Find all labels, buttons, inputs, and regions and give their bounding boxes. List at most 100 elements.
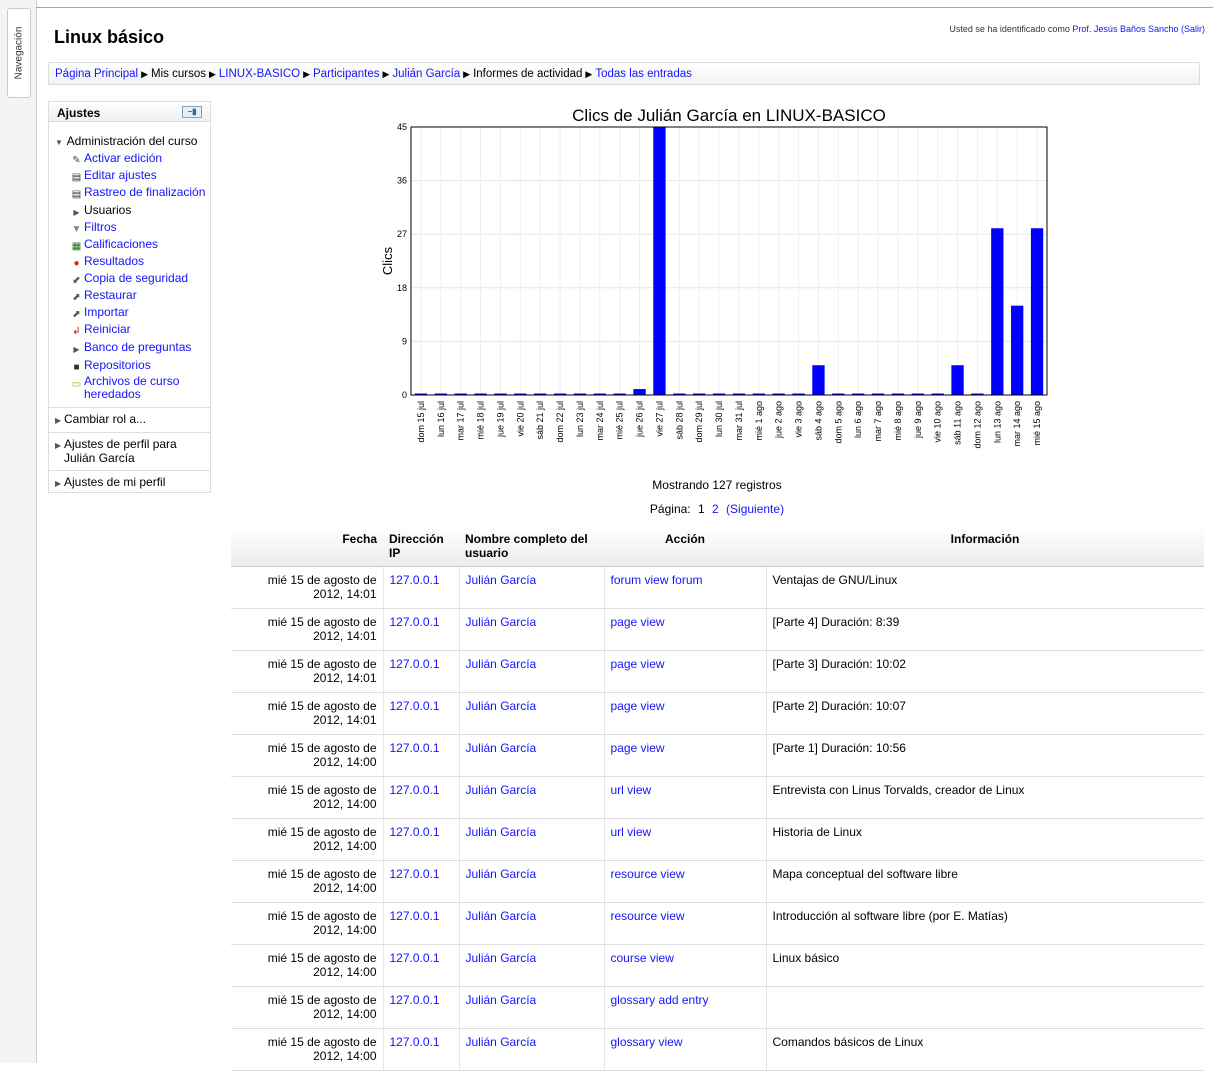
cell-ip-link[interactable]: 127.0.0.1	[390, 783, 440, 797]
col-header-name[interactable]: Nombre completo del usuario	[459, 526, 604, 567]
settings-item[interactable]: ▶ Usuarios	[71, 203, 131, 220]
logout-link[interactable]: (Salir)	[1181, 24, 1205, 34]
cell-user-link[interactable]: Julián García	[466, 699, 537, 713]
settings-item-label: Editar ajustes	[84, 168, 157, 182]
settings-item[interactable]: ⬋ Copia de seguridad	[71, 271, 188, 288]
cell-user-link[interactable]: Julián García	[466, 741, 537, 755]
cell-action-link[interactable]: page view	[611, 657, 665, 671]
breadcrumb-item[interactable]: LINUX-BASICO	[219, 68, 300, 80]
settings-item[interactable]: ■ Repositorios	[71, 358, 150, 375]
breadcrumb-item[interactable]: Página Principal	[55, 68, 138, 80]
cell-action-link[interactable]: page view	[611, 699, 665, 713]
cell-date: mié 15 de agosto de 2012, 14:01	[267, 657, 377, 685]
cell-ip-link[interactable]: 127.0.0.1	[390, 699, 440, 713]
settings-item[interactable]: ↲ Reiniciar	[71, 322, 130, 339]
chart-bar	[653, 127, 666, 395]
settings-item[interactable]: ▶ Banco de preguntas	[71, 340, 191, 357]
settings-title: Ajustes	[57, 106, 101, 120]
cell-ip-link[interactable]: 127.0.0.1	[390, 657, 440, 671]
page-2-link[interactable]: 2	[712, 502, 719, 516]
course-admin-node[interactable]: ▼ Administración del curso	[55, 134, 197, 148]
col-header-info[interactable]: Información	[766, 526, 1204, 567]
cell-date: mié 15 de agosto de 2012, 14:00	[267, 1035, 377, 1063]
cell-action-link[interactable]: page view	[611, 741, 665, 755]
x-tick-label: dom 5 ago	[833, 401, 843, 444]
col-header-action[interactable]: Acción	[604, 526, 766, 567]
cell-ip-link[interactable]: 127.0.0.1	[390, 867, 440, 881]
table-row: mié 15 de agosto de 2012, 14:00 127.0.0.1…	[231, 818, 1204, 861]
plot-frame	[410, 126, 1048, 396]
cell-action-link[interactable]: url view	[611, 783, 652, 797]
cell-action-link[interactable]: forum view forum	[611, 573, 703, 587]
x-tick-label: lun 23 jul	[575, 401, 585, 437]
cell-user-link[interactable]: Julián García	[466, 573, 537, 587]
cell-ip-link[interactable]: 127.0.0.1	[390, 909, 440, 923]
cell-ip-link[interactable]: 127.0.0.1	[390, 993, 440, 1007]
cell-date: mié 15 de agosto de 2012, 14:00	[267, 909, 377, 937]
y-tick-label: 36	[397, 176, 407, 186]
x-tick-label: dom 12 ago	[972, 401, 982, 449]
x-tick-label: mar 24 jul	[595, 401, 605, 441]
cell-info: Entrevista con Linus Torvalds, creador d…	[772, 783, 1025, 797]
chart-title: Clics de Julián García en LINUX-BASICO	[572, 106, 886, 125]
cell-info: [Parte 3] Duración: 10:02	[772, 657, 906, 671]
cell-ip-link[interactable]: 127.0.0.1	[390, 615, 440, 629]
breadcrumb-item[interactable]: Julián García	[392, 68, 460, 80]
navigation-tab[interactable]: Navegación	[7, 8, 31, 98]
breadcrumb-item[interactable]: Todas las entradas	[595, 68, 692, 80]
breadcrumb-separator-icon: ▶	[585, 69, 593, 79]
settings-item-label: Filtros	[84, 220, 117, 234]
settings-item[interactable]: ⬈ Importar	[71, 305, 128, 322]
cell-action-link[interactable]: url view	[611, 825, 652, 839]
cell-user-link[interactable]: Julián García	[466, 909, 537, 923]
cell-ip-link[interactable]: 127.0.0.1	[390, 825, 440, 839]
settings-item[interactable]: ✎ Activar edición	[71, 151, 162, 168]
cell-user-link[interactable]: Julián García	[466, 825, 537, 839]
user-profile-link[interactable]: Prof. Jesús Baños Sancho	[1072, 24, 1178, 34]
chart-bar	[1030, 228, 1044, 395]
cell-action-link[interactable]: glossary add entry	[611, 993, 709, 1007]
cell-date: mié 15 de agosto de 2012, 14:01	[267, 573, 377, 601]
cell-user-link[interactable]: Julián García	[466, 951, 537, 965]
cell-action-link[interactable]: resource view	[611, 867, 685, 881]
cell-ip-link[interactable]: 127.0.0.1	[390, 1035, 440, 1049]
settings-section[interactable]: ▶ Cambiar rol a...	[49, 407, 210, 432]
breadcrumb-item[interactable]: Participantes	[313, 68, 379, 80]
cell-info: Comandos básicos de Linux	[772, 1035, 924, 1049]
settings-block-header: Ajustes −▮	[49, 102, 210, 122]
dock-block-icon[interactable]: −▮	[182, 106, 202, 118]
col-header-ip[interactable]: Dirección IP	[383, 526, 459, 567]
settings-item[interactable]: ▭ Archivos de curso heredados	[71, 375, 186, 401]
settings-section[interactable]: ▶ Ajustes de perfil para Julián García	[49, 432, 210, 470]
next-page-link[interactable]: (Siguiente)	[726, 502, 784, 516]
chart-bar	[991, 228, 1004, 395]
cell-user-link[interactable]: Julián García	[466, 867, 537, 881]
table-row: mié 15 de agosto de 2012, 14:01 127.0.0.1…	[231, 608, 1204, 651]
cell-user-link[interactable]: Julián García	[466, 657, 537, 671]
settings-item[interactable]: ▼ Filtros	[71, 220, 117, 237]
y-tick-label: 9	[402, 336, 407, 346]
cell-action-link[interactable]: page view	[611, 615, 665, 629]
settings-item[interactable]: ▦ Calificaciones	[71, 237, 158, 254]
cell-user-link[interactable]: Julián García	[466, 783, 537, 797]
navigation-tab-label: Navegación	[13, 26, 25, 80]
x-tick-label: lun 30 jul	[714, 401, 724, 437]
x-tick-label: lun 6 ago	[853, 401, 863, 438]
settings-item[interactable]: ▤ Editar ajustes	[71, 168, 157, 185]
settings-item[interactable]: ▤ Rastreo de finalización	[71, 185, 206, 202]
restore-icon: ⬈	[72, 292, 81, 303]
settings-item[interactable]: ● Resultados	[71, 254, 144, 271]
cell-user-link[interactable]: Julián García	[466, 993, 537, 1007]
cell-ip-link[interactable]: 127.0.0.1	[390, 951, 440, 965]
cell-action-link[interactable]: course view	[611, 951, 674, 965]
cell-user-link[interactable]: Julián García	[466, 615, 537, 629]
x-tick-label: jue 19 jul	[495, 401, 505, 438]
cell-ip-link[interactable]: 127.0.0.1	[390, 573, 440, 587]
cell-action-link[interactable]: resource view	[611, 909, 685, 923]
cell-action-link[interactable]: glossary view	[611, 1035, 683, 1049]
settings-item-label: Calificaciones	[84, 237, 159, 251]
col-header-date[interactable]: Fecha	[231, 526, 383, 567]
cell-user-link[interactable]: Julián García	[466, 1035, 537, 1049]
cell-ip-link[interactable]: 127.0.0.1	[390, 741, 440, 755]
settings-item[interactable]: ⬈ Restaurar	[71, 288, 136, 305]
